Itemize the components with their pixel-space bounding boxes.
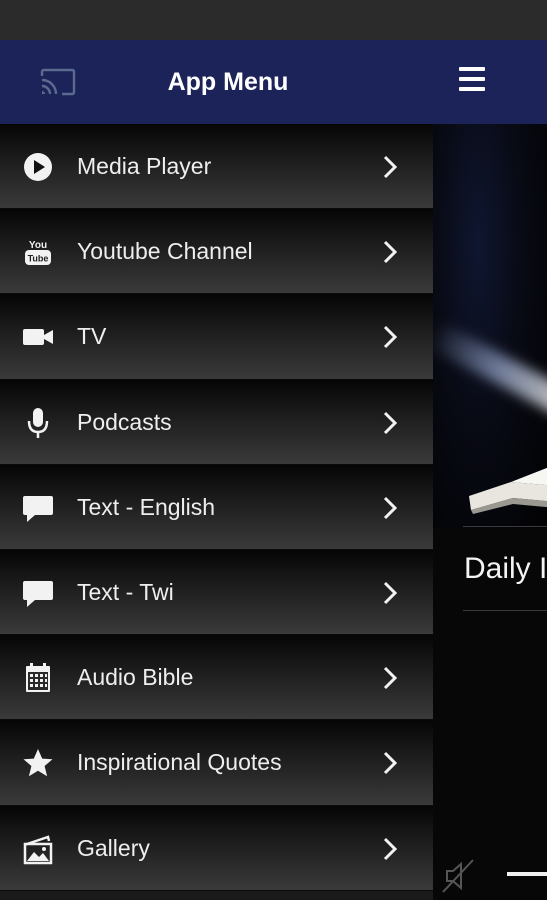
light-ray [433, 320, 547, 416]
chevron-right-icon [383, 837, 398, 860]
hamburger-icon[interactable] [459, 67, 489, 95]
svg-text:You: You [29, 240, 47, 251]
menu-item-gallery[interactable]: Gallery [0, 805, 433, 891]
chat-bubble-icon [23, 495, 53, 522]
menu-item-text-english[interactable]: Text - English [0, 464, 433, 550]
background-app: Daily I [433, 40, 547, 900]
play-circle-icon [24, 153, 52, 181]
open-book-image [469, 467, 547, 514]
menu-item-label: Audio Bible [77, 664, 194, 691]
menu-item-podcasts[interactable]: Podcasts [0, 379, 433, 465]
divider [463, 526, 547, 527]
menu-item-label: Podcasts [77, 408, 172, 435]
mute-icon[interactable] [439, 856, 479, 896]
status-bar [0, 0, 547, 40]
video-camera-icon [23, 329, 53, 346]
menu-item-label: Text - Twi [77, 578, 174, 605]
chat-bubble-icon [23, 580, 53, 607]
chevron-right-icon [383, 155, 398, 179]
gallery-icon [23, 834, 53, 864]
menu-item-label: Gallery [77, 834, 150, 861]
player-progress-bar[interactable] [507, 872, 547, 876]
menu-item-inspirational-quotes[interactable]: Inspirational Quotes [0, 720, 433, 806]
microphone-icon [27, 407, 49, 438]
chevron-right-icon [383, 326, 398, 349]
youtube-icon: You Tube [25, 240, 51, 266]
chevron-right-icon [383, 411, 398, 434]
background-app-header [433, 40, 547, 124]
menu-item-label: Media Player [77, 153, 212, 179]
menu-item-youtube-channel[interactable]: You Tube Youtube Channel [0, 209, 433, 295]
star-icon [23, 749, 53, 777]
navigation-drawer: App Menu Media Player You Tube Youtube C… [0, 40, 433, 900]
hero-image [433, 124, 547, 528]
menu-item-audio-bible[interactable]: Audio Bible [0, 635, 433, 721]
divider [463, 610, 547, 611]
menu-item-label: TV [77, 323, 107, 350]
chevron-right-icon [383, 667, 398, 690]
drawer-menu: Media Player You Tube Youtube Channel TV [0, 124, 433, 891]
calendar-icon [26, 663, 50, 693]
menu-item-label: Youtube Channel [77, 238, 253, 265]
chevron-right-icon [383, 241, 398, 264]
menu-item-label: Inspirational Quotes [77, 749, 282, 776]
menu-item-text-twi[interactable]: Text - Twi [0, 549, 433, 636]
chevron-right-icon [383, 752, 398, 775]
section-title[interactable]: Daily I [464, 552, 547, 586]
chevron-right-icon [383, 496, 398, 519]
menu-item-tv[interactable]: TV [0, 294, 433, 380]
chevron-right-icon [383, 581, 398, 604]
drawer-header: App Menu [0, 40, 433, 124]
svg-text:Tube: Tube [28, 254, 49, 264]
menu-item-label: Text - English [77, 493, 216, 520]
menu-item-media-player[interactable]: Media Player [0, 124, 433, 210]
drawer-title: App Menu [167, 68, 289, 96]
